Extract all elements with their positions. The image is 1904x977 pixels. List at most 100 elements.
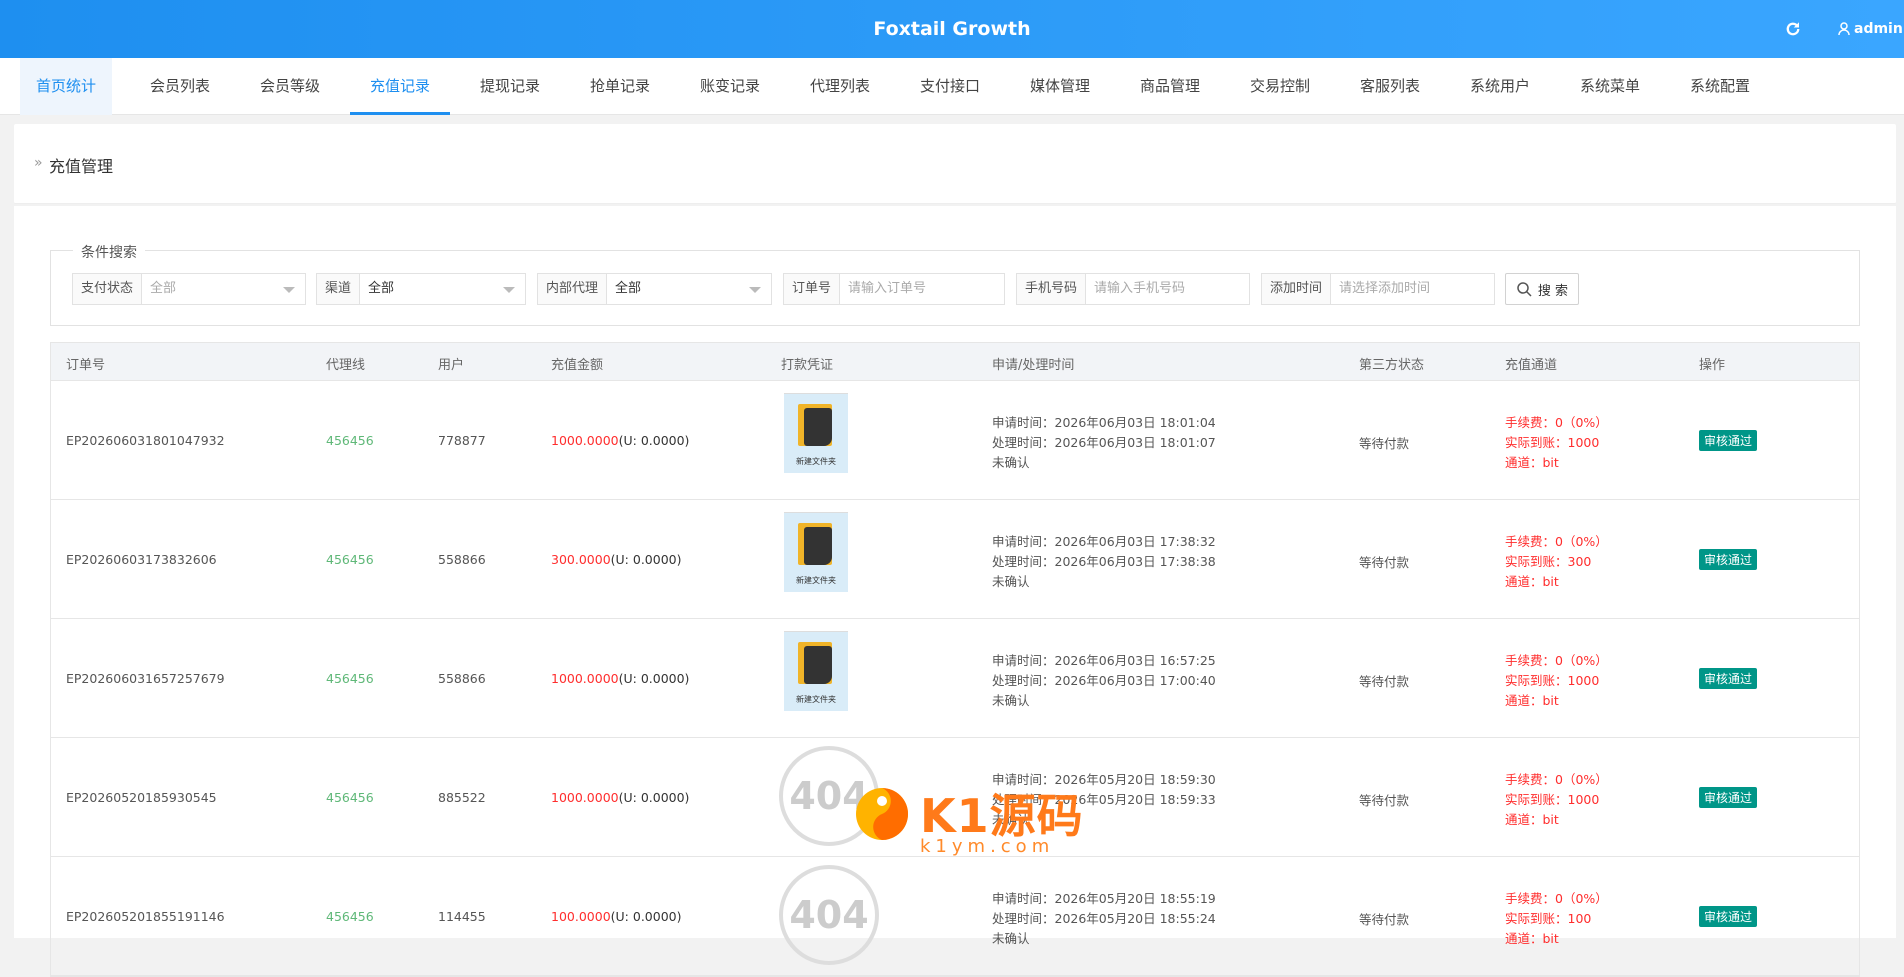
approve-button[interactable]: 审核通过 (1699, 906, 1758, 927)
order-no-field[interactable]: 订单号 请输入订单号 (783, 273, 1005, 305)
phone-label: 手机号码 (1017, 274, 1087, 304)
user-name: admin (1854, 21, 1903, 37)
add-time-input[interactable]: 请选择添加时间 (1331, 274, 1494, 304)
third-party-status: 等待付款 (1359, 793, 1410, 808)
internal-agent-value[interactable]: 全部 (607, 274, 771, 304)
main-nav: 首页统计 会员列表 会员等级 充值记录 提现记录 抢单记录 账变记录 代理列表 … (0, 58, 1904, 115)
order-no: EP202606031738326​06 (66, 552, 217, 567)
tab-system-config[interactable]: 系统配置 (1672, 58, 1768, 115)
tab-trade-control[interactable]: 交易控制 (1232, 58, 1328, 115)
third-party-status: 等待付款 (1359, 912, 1410, 927)
order-no: EP202605201859305​45 (66, 790, 217, 805)
amount: 1000.0000(U: 0.0000) (551, 671, 690, 686)
tab-system-menu[interactable]: 系统菜单 (1562, 58, 1658, 115)
approve-button[interactable]: 审核通过 (1699, 549, 1758, 570)
tab-payment-api[interactable]: 支付接口 (902, 58, 998, 115)
third-party-status: 等待付款 (1359, 674, 1410, 689)
table-row: EP202606031657257679 456456 558866 1000.… (51, 619, 1859, 738)
tab-withdraw-records[interactable]: 提现记录 (462, 58, 558, 115)
refresh-icon[interactable] (1784, 20, 1802, 38)
col-proof: 打款凭证 (781, 358, 834, 373)
search-legend: 条件搜索 (73, 242, 145, 262)
proof-thumbnail[interactable]: 404 (779, 746, 879, 846)
table-header: 订单号 代理线 用户 充值金额 打款凭证 申请/处理时间 第三方状态 充值通道 … (51, 343, 1859, 381)
tab-member-list[interactable]: 会员列表 (132, 58, 228, 115)
watermark-domain: k1ym.com (920, 836, 1055, 857)
pay-status-select[interactable]: 支付状态 全部 (72, 273, 306, 305)
broken-image-404-icon: 404 (779, 865, 879, 965)
chevron-down-icon (749, 287, 761, 293)
channel-info: 手续费：0（0%） 实际到账：1000 通道：bit (1505, 772, 1608, 827)
user-id: 885522 (438, 790, 486, 805)
time-info: 申请时间：2026年06月03日 17:38:32 处理时间：2026年06月03… (992, 534, 1216, 589)
table-row: EP202606031738326​06 456456 558866 300.0… (51, 500, 1859, 619)
third-party-status: 等待付款 (1359, 436, 1410, 451)
page-title: 充值管理 (49, 157, 114, 176)
table-row: EP202605201855191146 456456 114455 100.0… (51, 857, 1859, 976)
tab-home-stats[interactable]: 首页统计 (20, 58, 112, 115)
pay-status-value[interactable]: 全部 (142, 274, 305, 304)
col-user: 用户 (438, 358, 465, 373)
app-title: Foxtail Growth (873, 18, 1031, 40)
phone-input[interactable]: 请输入手机号码 (1086, 274, 1249, 304)
order-no-input[interactable]: 请输入订单号 (840, 274, 1004, 304)
tab-account-changes[interactable]: 账变记录 (682, 58, 778, 115)
time-info: 申请时间：2026年06月03日 16:57:25 处理时间：2026年06月03… (992, 653, 1216, 708)
channel-info: 手续费：0（0%） 实际到账：1000 通道：bit (1505, 415, 1608, 470)
proof-thumbnail[interactable]: 新建文件夹 (784, 631, 848, 721)
page-header: » 充值管理 (14, 124, 1896, 204)
third-party-status: 等待付款 (1359, 555, 1410, 570)
proof-thumbnail[interactable]: 新建文件夹 (784, 393, 848, 483)
top-header: Foxtail Growth admin (0, 0, 1904, 58)
channel-info: 手续费：0（0%） 实际到账：1000 通道：bit (1505, 653, 1608, 708)
order-no-label: 订单号 (784, 274, 841, 304)
recharge-table: 订单号 代理线 用户 充值金额 打款凭证 申请/处理时间 第三方状态 充值通道 … (50, 342, 1860, 977)
col-agent-line: 代理线 (326, 358, 366, 373)
approve-button[interactable]: 审核通过 (1699, 430, 1758, 451)
tab-goods[interactable]: 商品管理 (1122, 58, 1218, 115)
time-info: 申请时间：2026年05月20日 18:55:19 处理时间：2026年05月20… (992, 891, 1216, 946)
tab-agent-list[interactable]: 代理列表 (792, 58, 888, 115)
channel-info: 手续费：0（0%） 实际到账：100 通道：bit (1505, 891, 1608, 946)
order-no: EP202605201855191146 (66, 909, 225, 924)
tab-member-level[interactable]: 会员等级 (242, 58, 338, 115)
amount: 300.0000(U: 0.0000) (551, 552, 682, 567)
tab-system-users[interactable]: 系统用户 (1452, 58, 1548, 115)
col-time: 申请/处理时间 (992, 358, 1075, 373)
user-icon (1838, 22, 1850, 36)
search-icon (1517, 282, 1532, 297)
tab-recharge-records[interactable]: 充值记录 (350, 58, 450, 115)
search-button-label: 搜 索 (1537, 283, 1569, 299)
agent-line: 456456 (326, 552, 374, 567)
channel-value[interactable]: 全部 (360, 274, 525, 304)
amount: 1000.0000(U: 0.0000) (551, 790, 690, 805)
agent-line: 456456 (326, 909, 374, 924)
approve-button[interactable]: 审核通过 (1699, 668, 1758, 689)
user-id: 114455 (438, 909, 486, 924)
col-third-status: 第三方状态 (1359, 358, 1425, 373)
proof-thumbnail[interactable]: 新建文件夹 (784, 512, 848, 602)
channel-label: 渠道 (317, 274, 361, 304)
tab-media[interactable]: 媒体管理 (1012, 58, 1108, 115)
channel-info: 手续费：0（0%） 实际到账：300 通道：bit (1505, 534, 1608, 589)
user-menu[interactable]: admin (1838, 19, 1903, 39)
phone-field[interactable]: 手机号码 请输入手机号码 (1016, 273, 1250, 305)
channel-select[interactable]: 渠道 全部 (316, 273, 526, 305)
time-info: 申请时间：2026年06月03日 18:01:04 处理时间：2026年06月03… (992, 415, 1216, 470)
tab-service-list[interactable]: 客服列表 (1342, 58, 1438, 115)
amount: 100.0000(U: 0.0000) (551, 909, 682, 924)
col-action: 操作 (1699, 358, 1726, 373)
tab-grab-records[interactable]: 抢单记录 (572, 58, 668, 115)
order-no: EP202606031801047932 (66, 433, 225, 448)
chevron-down-icon (283, 287, 295, 293)
agent-line: 456456 (326, 433, 374, 448)
search-button[interactable]: 搜 索 (1505, 273, 1579, 305)
add-time-field[interactable]: 添加时间 请选择添加时间 (1261, 273, 1495, 305)
internal-agent-select[interactable]: 内部代理 全部 (537, 273, 772, 305)
order-no: EP202606031657257679 (66, 671, 225, 686)
internal-agent-label: 内部代理 (538, 274, 608, 304)
proof-thumbnail[interactable]: 404 (779, 865, 879, 965)
chevron-down-icon (503, 287, 515, 293)
approve-button[interactable]: 审核通过 (1699, 787, 1758, 808)
user-id: 558866 (438, 671, 486, 686)
